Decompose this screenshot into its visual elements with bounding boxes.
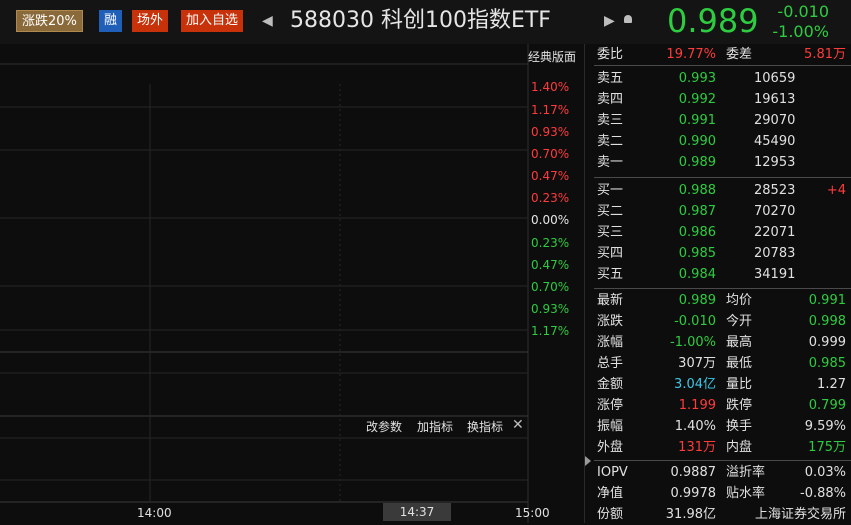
pct-label: 1.17% <box>531 103 570 117</box>
divider <box>594 288 851 289</box>
diff-value: 5.81万 <box>804 47 846 62</box>
pct-label: 0.47% <box>531 169 570 183</box>
stat-row: 涨停 1.199 跌停 0.799 <box>597 398 846 413</box>
collapse-arrow-icon[interactable] <box>585 456 591 466</box>
stat-row: 金额 3.04亿 量比 1.27 <box>597 377 846 392</box>
limit-tag: 涨跌20% <box>16 10 83 32</box>
pct-label: 0.00% <box>531 213 570 227</box>
time-label-1400: 14:00 <box>137 506 172 520</box>
bid-row[interactable]: 买三 0.986 22071 <box>594 222 851 243</box>
ask-row[interactable]: 卖一 0.989 12953 <box>594 152 851 173</box>
stat-row: 外盘 131万 内盘 175万 <box>597 440 846 455</box>
otc-tag: 场外 <box>132 10 169 32</box>
stat-row: 最新 0.989 均价 0.991 <box>597 293 846 308</box>
price-change: -0.010 <box>777 2 829 21</box>
stat-row: 振幅 1.40% 换手 9.59% <box>597 419 846 434</box>
ask-row[interactable]: 卖二 0.990 45490 <box>594 131 851 152</box>
ratio-label: 委比 <box>597 47 624 62</box>
fund-stat-row: IOPV 0.9887 溢折率 0.03% <box>597 465 846 480</box>
close-indicator-icon[interactable]: ✕ <box>512 417 524 433</box>
pct-label: 0.23% <box>531 236 570 250</box>
divider <box>594 177 851 178</box>
divider <box>594 460 851 461</box>
next-stock-icon[interactable]: ▶ <box>604 10 615 32</box>
stat-row: 总手 307万 最低 0.985 <box>597 356 846 371</box>
pct-label: 0.70% <box>531 280 570 294</box>
pct-label: 0.70% <box>531 147 570 161</box>
switch-indicator-button[interactable]: 换指标 <box>467 418 503 435</box>
top-bar: 涨跌20% 融 场外 加入自选 ◀ 588030 科创100指数ETF ▶ 0.… <box>0 0 851 44</box>
pct-label: 0.23% <box>531 191 570 205</box>
bid-row[interactable]: 买二 0.987 70270 <box>594 201 851 222</box>
fund-stat-row: 净值 0.9978 贴水率 -0.88% <box>597 486 846 501</box>
margin-tag: 融 <box>99 10 123 32</box>
bid-row[interactable]: 买五 0.984 34191 <box>594 264 851 285</box>
panel-collapse-handle[interactable] <box>584 44 594 523</box>
alert-bell-icon[interactable] <box>624 15 632 23</box>
quote-panel: 委比 19.77% 委差 5.81万 卖五 0.993 10659 卖四 0.9… <box>594 44 851 523</box>
edit-params-button[interactable]: 改参数 <box>366 418 402 435</box>
bid-row[interactable]: 买一 0.988 28523 +4 <box>594 180 851 201</box>
pct-label: 1.40% <box>531 80 570 94</box>
ask-row[interactable]: 卖五 0.993 10659 <box>594 68 851 89</box>
divider <box>594 65 851 66</box>
add-watchlist-button[interactable]: 加入自选 <box>181 10 244 32</box>
pct-label: 0.93% <box>531 302 570 316</box>
add-indicator-button[interactable]: 加指标 <box>417 418 453 435</box>
ratio-value: 19.77% <box>666 47 716 62</box>
current-price: 0.989 <box>667 2 759 40</box>
stat-row: 涨幅 -1.00% 最高 0.999 <box>597 335 846 350</box>
ask-row[interactable]: 卖三 0.991 29070 <box>594 110 851 131</box>
price-change-pct: -1.00% <box>772 22 829 41</box>
bid-row[interactable]: 买四 0.985 20783 <box>594 243 851 264</box>
ask-row[interactable]: 卖四 0.992 19613 <box>594 89 851 110</box>
classic-layout-button[interactable]: 经典版面 <box>528 48 576 65</box>
pct-label: 1.17% <box>531 324 570 338</box>
intraday-chart[interactable]: 经典版面 1.40% 1.17% 0.93% 0.70% 0.47% 0.23%… <box>0 44 584 523</box>
stock-title: 588030 科创100指数ETF <box>290 8 551 33</box>
pct-label: 0.47% <box>531 258 570 272</box>
diff-label: 委差 <box>726 47 753 62</box>
prev-stock-icon[interactable]: ◀ <box>262 10 273 32</box>
time-cursor-label: 14:37 <box>383 503 451 521</box>
stat-row: 涨跌 -0.010 今开 0.998 <box>597 314 846 329</box>
pct-label: 0.93% <box>531 125 570 139</box>
committee-row: 委比 19.77% 委差 5.81万 <box>594 44 851 65</box>
time-label-1500: 15:00 <box>515 506 550 520</box>
chart-grid <box>0 44 529 523</box>
fund-stat-row: 份额 31.98亿 上海证券交易所 <box>597 507 846 522</box>
